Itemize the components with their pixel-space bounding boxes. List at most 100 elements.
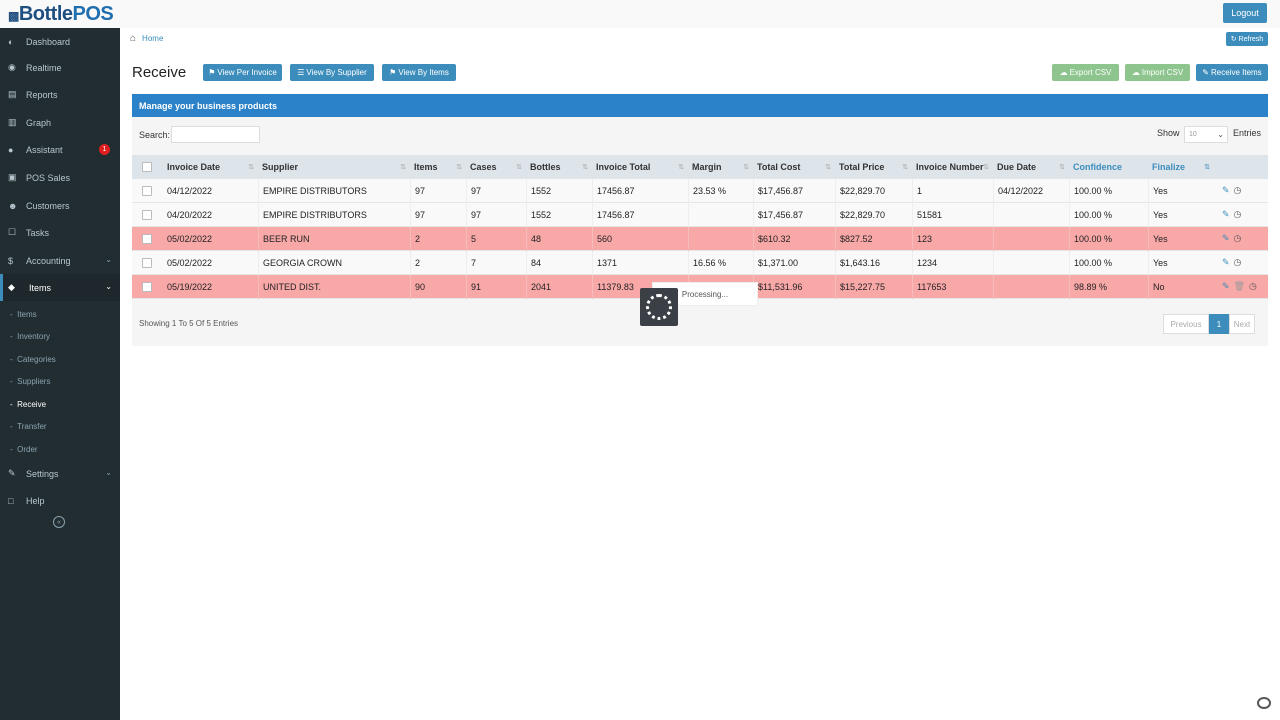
select-all-checkbox[interactable] (142, 162, 152, 172)
row-actions: ✎ ◷ (1222, 185, 1241, 196)
cell-invoice-number: 1 (912, 179, 993, 203)
page-1-button[interactable]: 1 (1209, 314, 1229, 334)
entries-select[interactable]: 10 ⌄ (1184, 126, 1228, 143)
sidebar-item-tasks[interactable]: ☐ Tasks (0, 219, 120, 246)
sidebar-item-accounting[interactable]: $ Accounting ⌄ (0, 247, 120, 274)
receive-items-button[interactable]: ✎ Receive Items (1196, 64, 1268, 81)
logout-button[interactable]: Logout (1223, 3, 1267, 23)
bottlepos-logo[interactable]: ▩BottlePOS (8, 3, 114, 26)
cell-cases: 7 (466, 251, 526, 275)
sidebar-item-dashboard[interactable]: ◐ Dashboard (0, 28, 120, 55)
cell-invoice-total: 17456.87 (592, 203, 688, 227)
row-checkbox[interactable] (142, 210, 152, 220)
showing-entries-text: Showing 1 To 5 Of 5 Entries (139, 319, 239, 328)
search-input[interactable] (171, 126, 260, 143)
cell-margin (688, 227, 753, 251)
sidebar-item-assistant[interactable]: ● Assistant 1 (0, 136, 120, 163)
panel-heading: Manage your business products (132, 94, 1268, 117)
flag-icon: ⚑ (389, 68, 397, 77)
sort-icon: ⇅ (825, 164, 831, 171)
sidebar-item-reports[interactable]: ▤ Reports (0, 81, 120, 108)
cell-margin (688, 203, 753, 227)
pagination: Previous 1 Next (1163, 314, 1255, 334)
header-total-price[interactable]: Total Price ⇅ (835, 155, 912, 179)
subitem-categories[interactable]: - Categories (10, 351, 56, 367)
header-bottles[interactable]: Bottles ⇅ (526, 155, 592, 179)
header-total-cost[interactable]: Total Cost ⇅ (753, 155, 835, 179)
list-icon: ☰ (297, 68, 305, 77)
refresh-button[interactable]: ↻ Refresh (1226, 32, 1268, 46)
show-label: Show (1157, 128, 1180, 138)
view-by-supplier-button[interactable]: ☰ View By Supplier (290, 64, 374, 81)
header-cases[interactable]: Cases ⇅ (466, 155, 526, 179)
edit-icon[interactable]: ✎ (1222, 185, 1230, 196)
row-checkbox[interactable] (142, 186, 152, 196)
sidebar-item-items[interactable]: ◆ Items ⌄ (0, 274, 120, 301)
row-checkbox[interactable] (142, 234, 152, 244)
sort-icon: ⇅ (1204, 164, 1210, 171)
subitem-items[interactable]: - Items (10, 306, 37, 322)
table-row[interactable]: 04/20/2022 EMPIRE DISTRIBUTORS 97 97 155… (132, 203, 1268, 227)
cell-items: 90 (410, 275, 466, 299)
edit-icon[interactable]: ✎ (1222, 281, 1230, 292)
header-items[interactable]: Items ⇅ (410, 155, 466, 179)
chevron-down-icon: ⌄ (105, 255, 112, 264)
subitem-suppliers[interactable]: - Suppliers (10, 373, 50, 389)
edit-icon[interactable]: ✎ (1222, 209, 1230, 220)
header-margin[interactable]: Margin ⇅ (688, 155, 753, 179)
sort-icon: ⇅ (582, 164, 588, 171)
clock-icon[interactable]: ◷ (1234, 209, 1242, 220)
collapse-sidebar-icon[interactable]: « (53, 516, 65, 528)
graph-icon: ▥ (8, 117, 17, 127)
row-checkbox[interactable] (142, 258, 152, 268)
edit-icon[interactable]: ✎ (1222, 257, 1230, 268)
breadcrumb-home-link[interactable]: Home (142, 34, 163, 43)
header-due-date[interactable]: Due Date ⇅ (993, 155, 1069, 179)
view-by-items-button[interactable]: ⚑ View By Items (382, 64, 456, 81)
table-row[interactable]: 05/02/2022 GEORGIA CROWN 2 7 84 1371 16.… (132, 251, 1268, 275)
header-finalize[interactable]: Finalize ⇅ (1148, 155, 1214, 179)
cell-items: 97 (410, 179, 466, 203)
next-page-button[interactable]: Next (1229, 314, 1255, 334)
sidebar-item-customers[interactable]: ☻ Customers (0, 192, 120, 219)
view-per-invoice-button[interactable]: ⚑ View Per Invoice (203, 64, 282, 81)
sidebar-item-graph[interactable]: ▥ Graph (0, 109, 120, 136)
trash-icon[interactable]: 🗑 (1234, 281, 1245, 292)
sidebar-item-realtime[interactable]: ◉ Realtime (0, 54, 120, 81)
cell-total-price: $1,643.16 (835, 251, 912, 275)
sort-icon: ⇅ (983, 164, 989, 171)
import-csv-button[interactable]: ☁ Import CSV (1125, 64, 1190, 81)
header-invoice-total[interactable]: Invoice Total ⇅ (592, 155, 688, 179)
sort-icon: ⇅ (743, 164, 749, 171)
subitem-transfer[interactable]: - Transfer (10, 418, 47, 434)
clock-icon[interactable]: ◷ (1234, 233, 1242, 244)
table-row[interactable]: 05/02/2022 BEER RUN 2 5 48 560 $610.32 $… (132, 227, 1268, 251)
sidebar-item-pos-sales[interactable]: ▣ POS Sales (0, 164, 120, 191)
sidebar-item-settings[interactable]: ✎ Settings ⌄ (0, 460, 120, 487)
clock-icon[interactable]: ◷ (1234, 257, 1242, 268)
clock-icon[interactable]: ◷ (1234, 185, 1242, 196)
cloud-download-icon: ☁ (1059, 68, 1068, 77)
cell-total-cost: $11,531.96 (753, 275, 835, 299)
cell-finalize: Yes (1148, 227, 1214, 251)
header-invoice-date[interactable]: Invoice Date ⇅ (163, 155, 258, 179)
subitem-inventory[interactable]: - Inventory (10, 328, 50, 344)
edit-icon[interactable]: ✎ (1222, 233, 1230, 244)
table-row[interactable]: 04/12/2022 EMPIRE DISTRIBUTORS 97 97 155… (132, 179, 1268, 203)
header-invoice-number[interactable]: Invoice Number ⇅ (912, 155, 993, 179)
tasks-icon: ☐ (8, 227, 17, 237)
previous-page-button[interactable]: Previous (1163, 314, 1209, 334)
subitem-receive[interactable]: - Receive (10, 396, 46, 412)
cell-cases: 5 (466, 227, 526, 251)
row-checkbox[interactable] (142, 282, 152, 292)
subitem-order[interactable]: - Order (10, 441, 38, 457)
export-csv-button[interactable]: ☁ Export CSV (1052, 64, 1119, 81)
page-title: Receive (132, 64, 187, 81)
header-confidence[interactable]: Confidence (1069, 155, 1148, 179)
cell-invoice-total: 560 (592, 227, 688, 251)
clock-icon[interactable]: ◷ (1249, 281, 1257, 292)
header-supplier[interactable]: Supplier ⇅ (258, 155, 410, 179)
sidebar-item-help[interactable]: □ Help (0, 487, 120, 514)
cell-due-date: 04/12/2022 (993, 179, 1069, 203)
chat-icon[interactable] (1257, 697, 1271, 709)
